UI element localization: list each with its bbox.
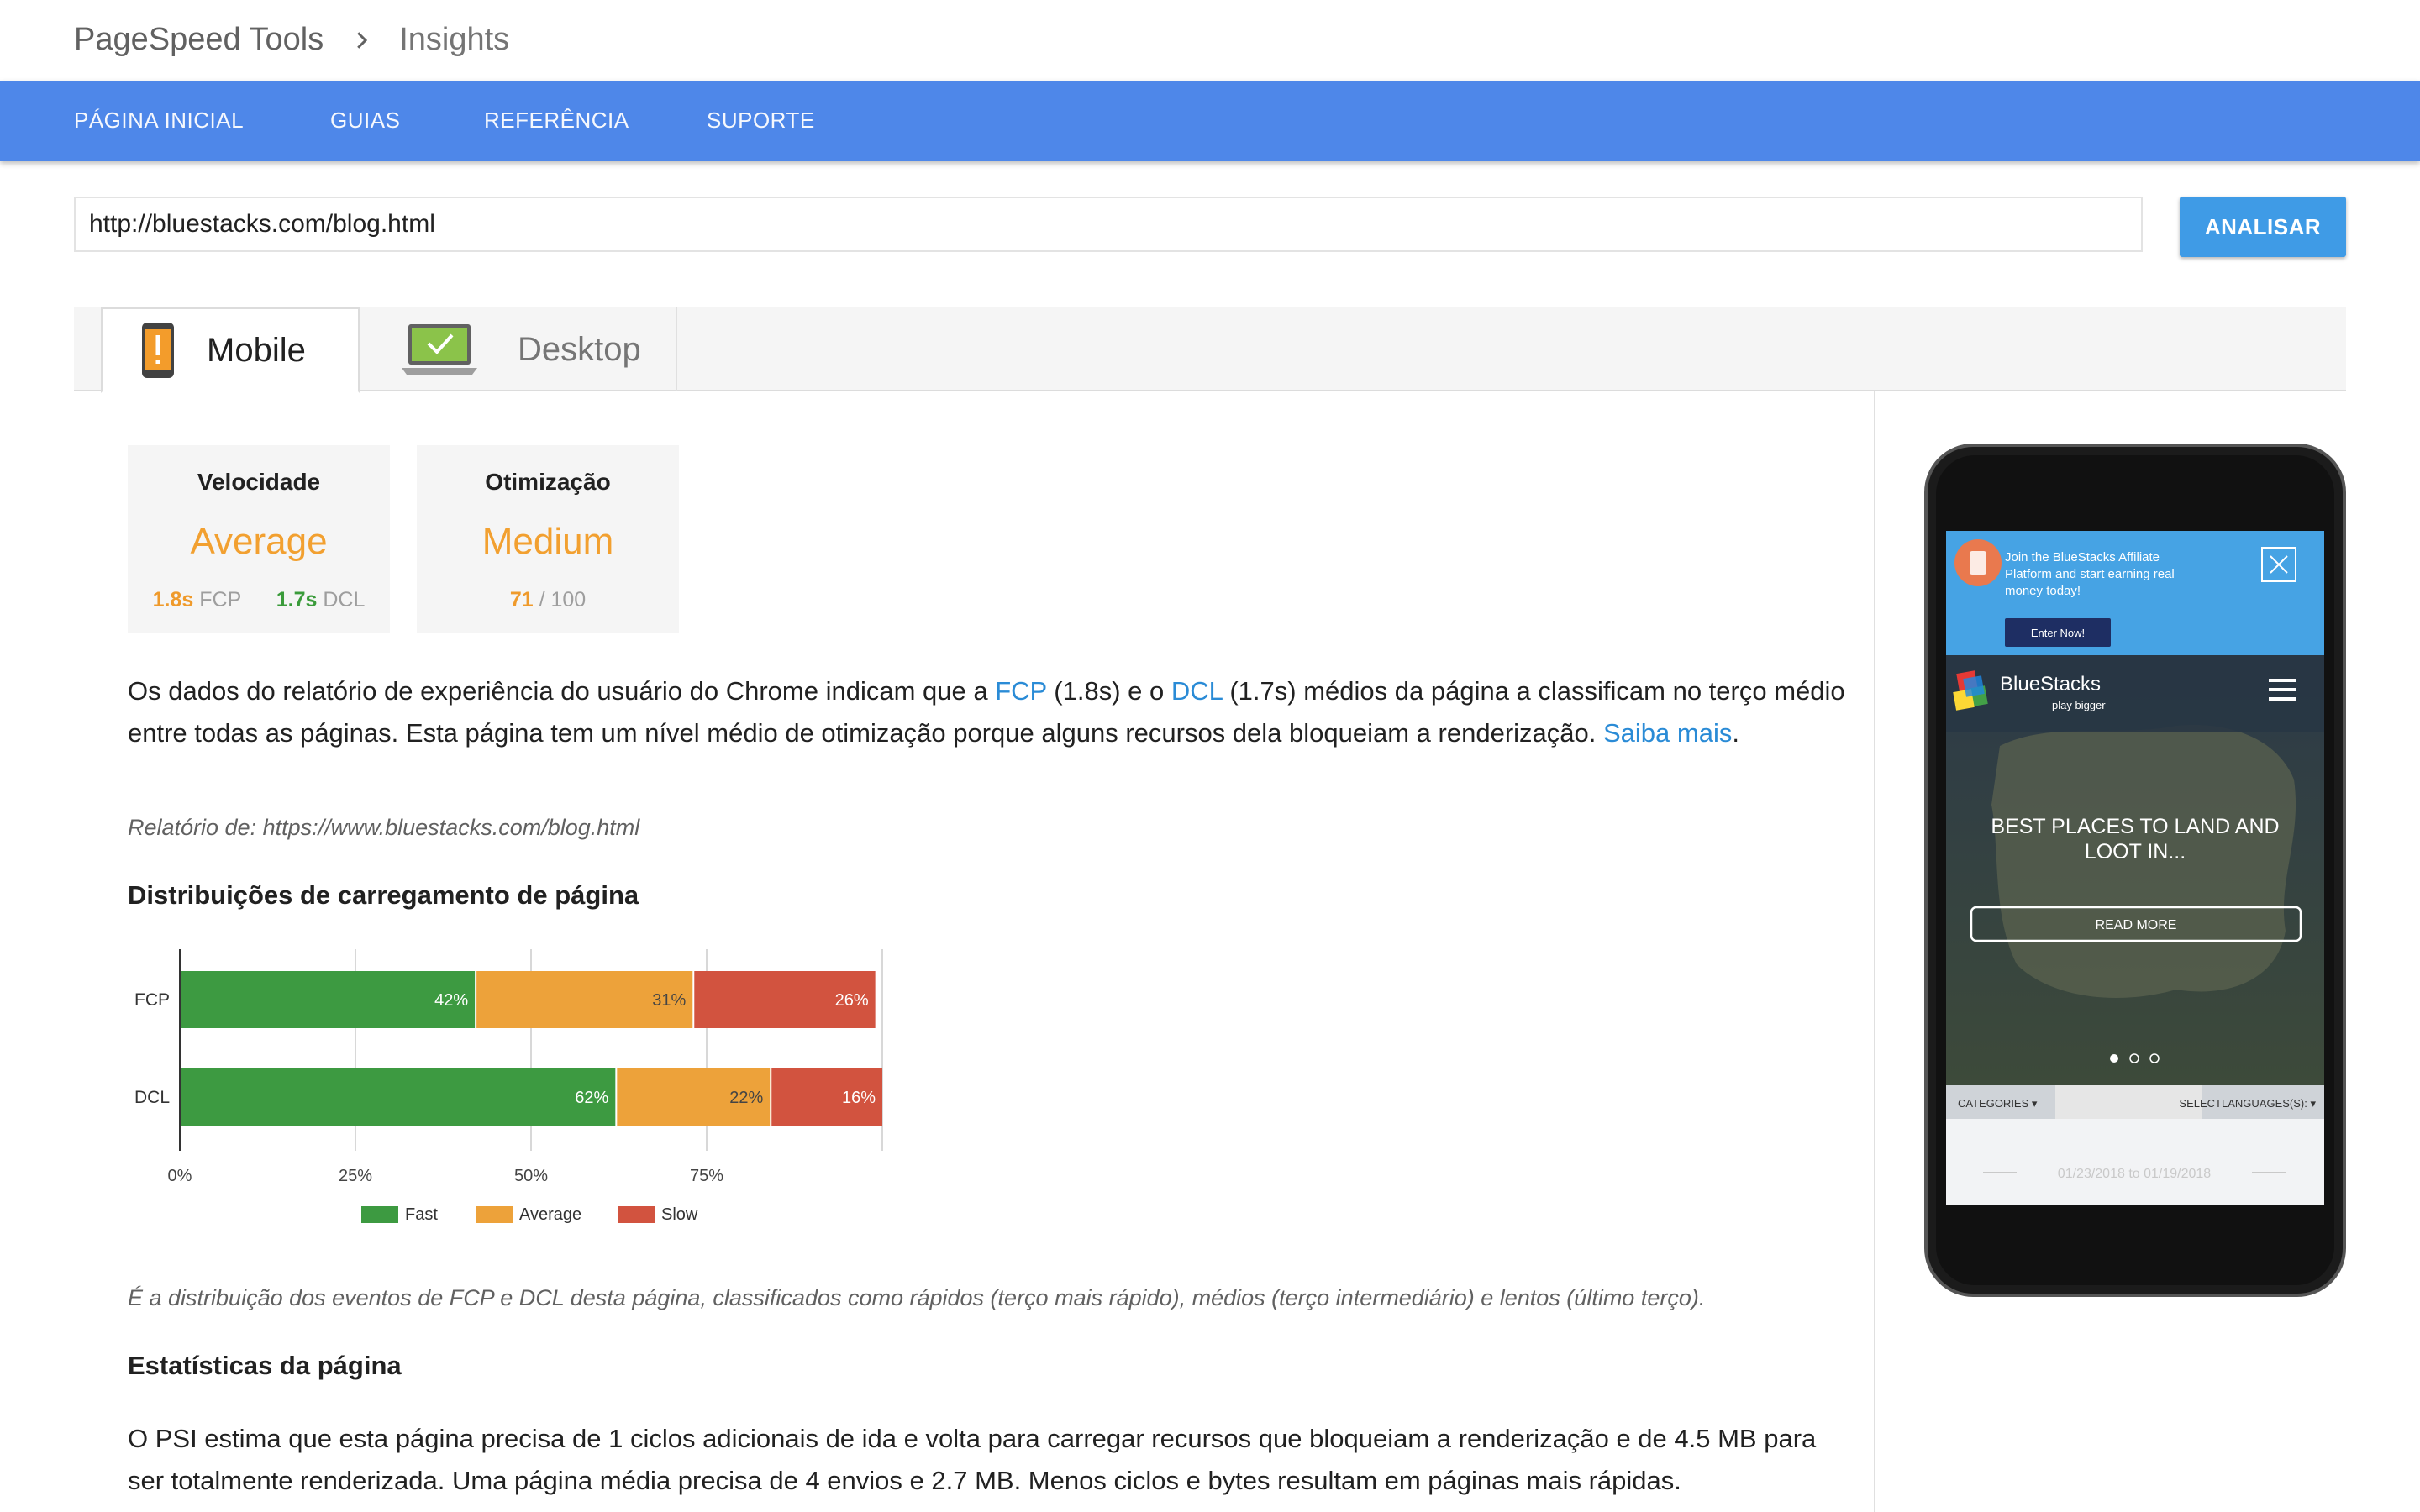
distribution-chart: 0% 25% 50% 75% FCP 42% 31% 26% DCL 62% 22% 16% Fast A… [118, 941, 908, 1243]
fcp-value: 1.8s [152, 588, 194, 612]
phone-date-range: 01/23/2018 to 01/19/2018 [2058, 1167, 2211, 1181]
phone-brand: BlueStacks [2000, 673, 2101, 696]
learn-more-link[interactable]: Saiba mais [1603, 718, 1732, 748]
url-input[interactable] [74, 197, 2143, 252]
speed-card-value: Average [190, 521, 328, 562]
summary-paragraph: Os dados do relatório de experiência do … [128, 670, 1859, 754]
tab-desktop[interactable]: Desktop [360, 307, 677, 391]
optimization-card-value: Medium [481, 521, 614, 562]
dcl-label: DCL [323, 588, 366, 612]
chart-x-tick-label: 75% [690, 1167, 723, 1185]
report-source: Relatório de: https://www.bluestacks.com… [128, 815, 640, 840]
top-header: PageSpeed Tools Insights [0, 0, 2420, 81]
phone-hero-title-2: LOOT IN... [2085, 840, 2186, 864]
tab-mobile-label: Mobile [207, 331, 306, 369]
tab-desktop-label: Desktop [518, 330, 641, 368]
dcl-link[interactable]: DCL [1171, 676, 1223, 706]
optimization-card-score: 71 / 100 [417, 588, 679, 612]
mobile-warning-icon [142, 323, 174, 378]
chart-bar-fast [181, 1068, 616, 1126]
analyze-button[interactable]: ANALISAR [2180, 197, 2346, 257]
chart-legend-label: Fast [405, 1205, 438, 1224]
breadcrumb-parent[interactable]: PageSpeed Tools [74, 22, 324, 58]
breadcrumb-current: Insights [399, 22, 510, 57]
speed-card: Velocidade Average 1.8s FCP 1.7s DCL [128, 445, 390, 633]
dcl-value: 1.7s [276, 588, 318, 612]
chart-data-label: 62% [575, 1089, 608, 1107]
breadcrumb: PageSpeed Tools Insights [74, 22, 509, 58]
chart-category-label: FCP [134, 990, 170, 1010]
phone-enter-label: Enter Now! [2031, 627, 2085, 639]
distribution-chart-svg: 0% 25% 50% 75% FCP 42% 31% 26% DCL 62% 22% 16% Fast A… [134, 949, 883, 1224]
stats-heading: Estatísticas da página [128, 1351, 402, 1380]
phone-hero-title-1: BEST PLACES TO LAND AND [1991, 815, 2279, 838]
phone-tagline: play bigger [2052, 699, 2106, 711]
chart-data-label: 26% [835, 991, 869, 1010]
fcp-label: FCP [199, 588, 241, 612]
desktop-check-icon [402, 324, 477, 375]
phone-banner-text-3: money today! [2005, 584, 2081, 598]
chart-data-label: 42% [434, 991, 468, 1010]
optimization-card-title: Otimização [485, 469, 611, 495]
chart-legend-label: Slow [661, 1205, 698, 1224]
distribution-caption: É a distribuição dos eventos de FCP e DC… [128, 1285, 1706, 1310]
phone-frame: Join the BlueStacks Affiliate Platform a… [1924, 444, 2346, 1297]
distribution-heading: Distribuições de carregamento de página [128, 880, 639, 910]
optimization-card: Otimização Medium 71 / 100 [417, 445, 679, 633]
chart-x-tick-label: 0% [168, 1167, 192, 1185]
phone-read-more-label: READ MORE [2096, 918, 2177, 932]
chart-legend-swatch [476, 1206, 513, 1223]
chevron-right-icon [357, 31, 368, 49]
chart-legend-label: Average [519, 1205, 581, 1224]
nav-item-reference[interactable]: REFERÊNCIA [484, 108, 629, 134]
optimization-score: 71 [509, 588, 534, 612]
chart-bar-fast [181, 971, 476, 1028]
chart-legend-swatch [361, 1206, 398, 1223]
summary-text-end: . [1732, 718, 1739, 748]
phone-categories: CATEGORIES ▾ [1958, 1097, 2038, 1110]
phone-select-languages: SELECTLANGUAGES(S): ▾ [2179, 1097, 2316, 1110]
chart-data-label: 31% [652, 991, 686, 1010]
main-nav: PÁGINA INICIAL GUIAS REFERÊNCIA SUPORTE [0, 81, 2420, 161]
nav-item-home[interactable]: PÁGINA INICIAL [74, 108, 244, 134]
chart-legend-swatch [618, 1206, 655, 1223]
phone-banner-text-1: Join the BlueStacks Affiliate [2005, 550, 2160, 564]
phone-banner-text-2: Platform and start earning real [2005, 567, 2175, 581]
chart-data-label: 16% [842, 1089, 876, 1107]
summary-text-1: Os dados do relatório de experiência do … [128, 676, 996, 706]
nav-item-guides[interactable]: GUIAS [330, 108, 400, 134]
speed-card-title: Velocidade [197, 469, 321, 495]
chart-data-label: 22% [729, 1089, 763, 1107]
content-divider [1874, 391, 1876, 1512]
summary-text-2: (1.8s) e o [1046, 676, 1171, 706]
device-tabs: Mobile Desktop [74, 307, 2346, 393]
chart-x-tick-label: 50% [514, 1167, 548, 1185]
mobile-preview: Join the BlueStacks Affiliate Platform a… [1924, 444, 2346, 1297]
fcp-link[interactable]: FCP [995, 676, 1046, 706]
optimization-score-max: / 100 [539, 588, 587, 612]
speed-card-metrics: 1.8s FCP 1.7s DCL [128, 588, 390, 612]
stats-paragraph: O PSI estima que esta página precisa de … [128, 1424, 1817, 1495]
nav-item-support[interactable]: SUPORTE [707, 108, 815, 134]
tab-mobile[interactable]: Mobile [101, 307, 360, 393]
chart-category-label: DCL [134, 1088, 170, 1107]
chart-x-tick-label: 25% [339, 1167, 372, 1185]
